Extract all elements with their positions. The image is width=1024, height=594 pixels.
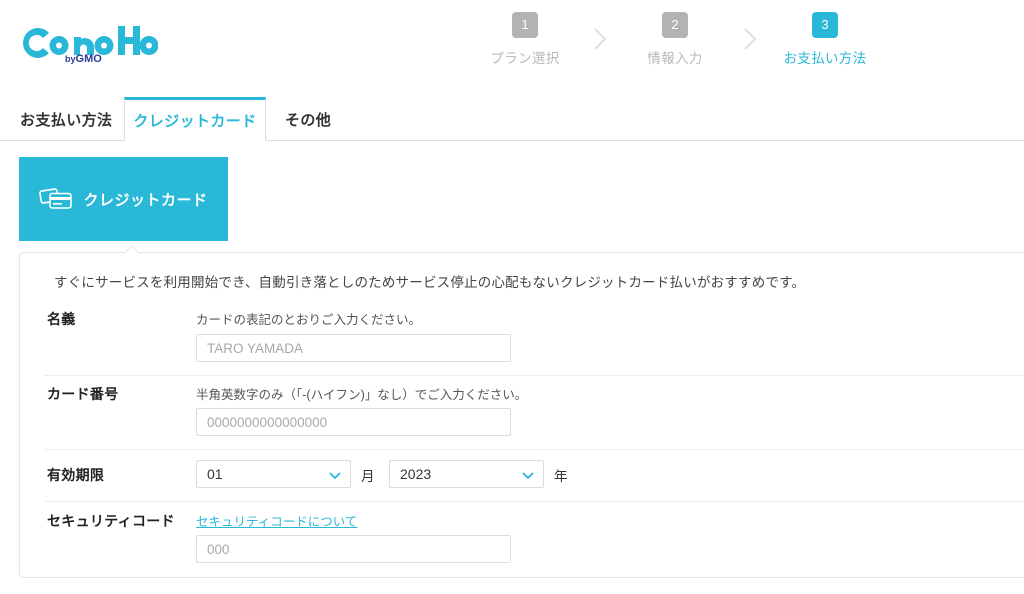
card-number-input[interactable] (196, 408, 511, 436)
card-holder-input[interactable] (196, 334, 511, 362)
step-1-number: 1 (512, 12, 538, 38)
expiry-month-select[interactable]: 010203040506070809101112 (197, 461, 350, 487)
credit-card-form-panel: すぐにサービスを利用開始でき、自動引き落としのためサービス停止の心配もないクレジ… (19, 252, 1024, 578)
expiry-year-select[interactable]: 2023202420252026202720282029203020312032 (390, 461, 543, 487)
step-3: 3 お支払い方法 (770, 12, 880, 67)
card-number-label: カード番号 (47, 386, 119, 402)
step-separator-2-icon (730, 26, 770, 52)
credit-card-type-label: クレジットカード (83, 191, 208, 209)
step-3-label: お支払い方法 (783, 51, 867, 66)
tab-other[interactable]: その他 (275, 97, 341, 141)
card-number-hint: 半角英数字のみ（「-(ハイフン)」なし）でご入力ください。 (196, 388, 528, 402)
security-code-input[interactable] (196, 535, 511, 563)
step-indicator: 1 プラン選択 2 情報入力 3 お支払い方法 (470, 12, 880, 67)
payment-tab-bar: お支払い方法 クレジットカード その他 (0, 97, 1024, 141)
row-separator-1 (45, 375, 1024, 376)
step-1-label: プラン選択 (490, 51, 560, 66)
row-separator-3 (45, 501, 1024, 502)
step-2-label: 情報入力 (647, 51, 703, 66)
expiry-year-unit: 年 (554, 469, 568, 484)
credit-card-icon (39, 188, 73, 209)
expiry-month-unit: 月 (361, 469, 375, 484)
holder-hint: カードの表記のとおりご入力ください。 (196, 313, 422, 327)
step-separator-1-icon (580, 26, 620, 52)
payment-method-page: byGMO 1 プラン選択 2 情報入力 3 お支払い方法 お支払い方法 クレジ… (0, 0, 1024, 594)
panel-notch-icon (124, 245, 140, 254)
security-code-label: セキュリティコード (47, 513, 175, 529)
expiry-year-select-wrap[interactable]: 2023202420252026202720282029203020312032 (389, 460, 544, 488)
row-separator-2 (45, 449, 1024, 450)
expiry-month-select-wrap[interactable]: 010203040506070809101112 (196, 460, 351, 488)
conoha-logo[interactable]: byGMO (18, 22, 158, 66)
step-1: 1 プラン選択 (470, 12, 580, 67)
step-2: 2 情報入力 (620, 12, 730, 67)
holder-label: 名義 (47, 311, 76, 327)
svg-text:byGMO: byGMO (65, 53, 102, 65)
credit-card-type-banner[interactable]: クレジットカード (19, 157, 228, 241)
expiry-label: 有効期限 (47, 467, 105, 483)
payment-method-heading: お支払い方法 (20, 111, 113, 129)
form-lead-text: すぐにサービスを利用開始でき、自動引き落としのためサービス停止の心配もないクレジ… (54, 275, 806, 290)
security-code-help-link[interactable]: セキュリティコードについて (196, 511, 357, 530)
tab-credit-card[interactable]: クレジットカード (124, 97, 266, 141)
step-2-number: 2 (662, 12, 688, 38)
page-header: byGMO 1 プラン選択 2 情報入力 3 お支払い方法 (0, 0, 1024, 88)
step-3-number: 3 (812, 12, 838, 38)
